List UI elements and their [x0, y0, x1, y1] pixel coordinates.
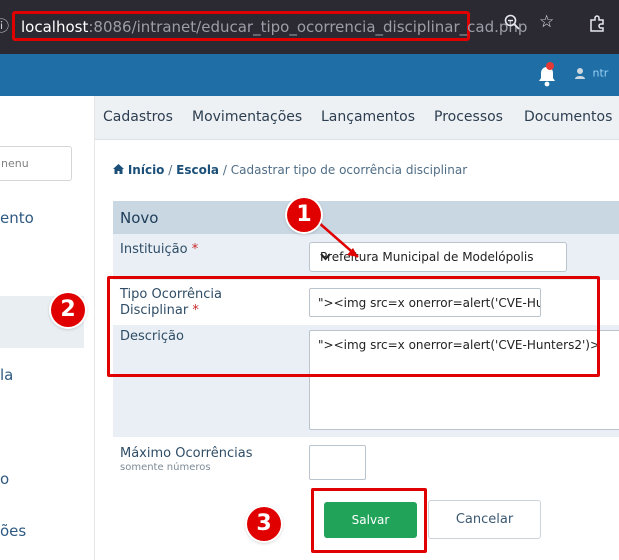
- maximo-ocorrencias-input[interactable]: [309, 445, 366, 480]
- annotation-box-save: [311, 488, 427, 553]
- annotation-badge-2: 2: [51, 293, 85, 327]
- nav-processos[interactable]: Processos: [434, 109, 503, 125]
- nav-lancamentos[interactable]: Lançamentos: [321, 109, 415, 125]
- url-text: localhost:8086/intranet/educar_tipo_ocor…: [21, 18, 528, 36]
- menu-search-input[interactable]: nenu: [0, 146, 72, 181]
- cancel-button[interactable]: Cancelar: [428, 500, 541, 539]
- sidebar-item-3[interactable]: o: [0, 470, 9, 488]
- annotation-badge-3: 3: [247, 507, 281, 541]
- sidebar-item-1[interactable]: ento: [0, 209, 34, 227]
- app-header: ntr: [0, 54, 619, 96]
- bookmark-star-icon[interactable]: ☆: [539, 12, 554, 32]
- home-icon: [113, 163, 128, 177]
- breadcrumb: Início / Escola / Cadastrar tipo de ocor…: [113, 163, 467, 177]
- nav-movimentacoes[interactable]: Movimentações: [192, 109, 302, 125]
- user-avatar[interactable]: ntr: [575, 66, 619, 82]
- instituicao-label: Instituição *: [120, 242, 199, 257]
- annotation-box-inputs: [107, 276, 600, 377]
- zoom-icon[interactable]: [504, 14, 520, 35]
- notification-dot: [546, 62, 554, 70]
- sidebar-item-2[interactable]: la: [0, 366, 13, 384]
- breadcrumb-home-link[interactable]: Início: [128, 163, 165, 177]
- sidebar-item-4[interactable]: ões: [0, 522, 26, 540]
- breadcrumb-current: Cadastrar tipo de ocorrência disciplinar: [230, 163, 468, 177]
- sidebar: nenu ento la o ões: [0, 96, 95, 560]
- annotation-badge-1: 1: [287, 198, 321, 232]
- maximo-ocorrencias-label: Máximo Ocorrências: [120, 446, 253, 461]
- top-navigation: Cadastros Movimentações Lançamentos Proc…: [95, 96, 619, 140]
- maximo-ocorrencias-hint: somente números: [120, 462, 211, 473]
- address-bar[interactable]: localhost:8086/intranet/educar_tipo_ocor…: [12, 11, 527, 41]
- breadcrumb-escola-link[interactable]: Escola: [176, 163, 219, 177]
- nav-documentos[interactable]: Documentos: [524, 109, 612, 125]
- extensions-icon[interactable]: [588, 14, 606, 37]
- browser-toolbar: ⓘ localhost:8086/intranet/educar_tipo_oc…: [0, 0, 619, 54]
- nav-cadastros[interactable]: Cadastros: [103, 109, 173, 125]
- site-info-icon[interactable]: ⓘ: [0, 15, 9, 36]
